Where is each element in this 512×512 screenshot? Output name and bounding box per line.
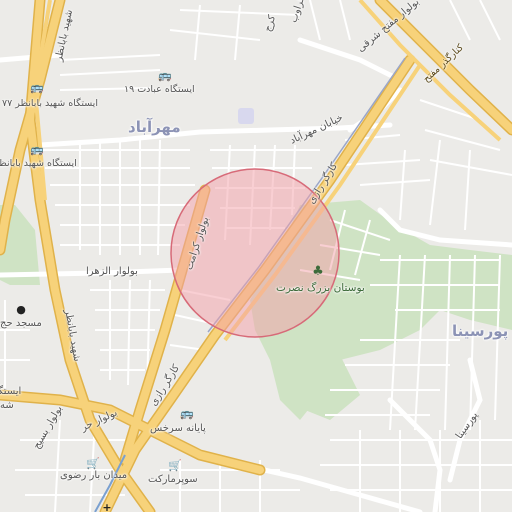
bus-icon[interactable]: 🚌 — [30, 142, 44, 156]
poi-label-istgah-left-2: شه — [0, 400, 14, 411]
poi-label-payane-sarkhas: پایانه سرخس — [150, 423, 206, 434]
road-label-blvd-alzahra: بولوار الزهرا — [86, 266, 138, 277]
bus-icon[interactable]: 🚌 — [180, 406, 194, 420]
poi-label-ebadat-19: ایستگاه عبادت ۱۹ — [124, 84, 195, 95]
shopping-cart-icon[interactable]: 🛒 — [168, 458, 182, 472]
bus-icon[interactable]: 🚌 — [158, 68, 172, 82]
poi-label-babanazar-77: ایستگاه شهید بابانظر ۷۷ — [2, 98, 98, 109]
poi-label-istgah-left: ایستگاه — [0, 386, 22, 397]
poi-label-meydan-bar-razavi: میدان بار رضوی — [60, 470, 128, 481]
shopping-cart-icon[interactable]: 🛒 — [86, 456, 100, 470]
mosque-icon[interactable]: ● — [14, 302, 28, 316]
poi-label-park-nosrat: بوستان بزرگ نصرت — [276, 282, 365, 294]
tree-icon[interactable]: ♣ — [311, 264, 325, 279]
area-label-poursina: پورسینا — [452, 322, 509, 340]
poi-label-supermarket: سوپرمارکت — [148, 474, 198, 485]
poi-label-mosque: مسجد حج — [0, 318, 42, 329]
bus-icon[interactable]: 🚌 — [30, 80, 44, 94]
poi-label-babanazar: ایستگاه شهید بابانظر — [0, 158, 77, 169]
building — [238, 108, 254, 124]
area-label-mehrabad: مهرآباد — [128, 118, 181, 136]
map-view[interactable]: مهرآباد پورسینا کنارگذر مفتح بولوار مفتح… — [0, 0, 512, 512]
medical-cross-icon[interactable]: + — [100, 500, 114, 512]
